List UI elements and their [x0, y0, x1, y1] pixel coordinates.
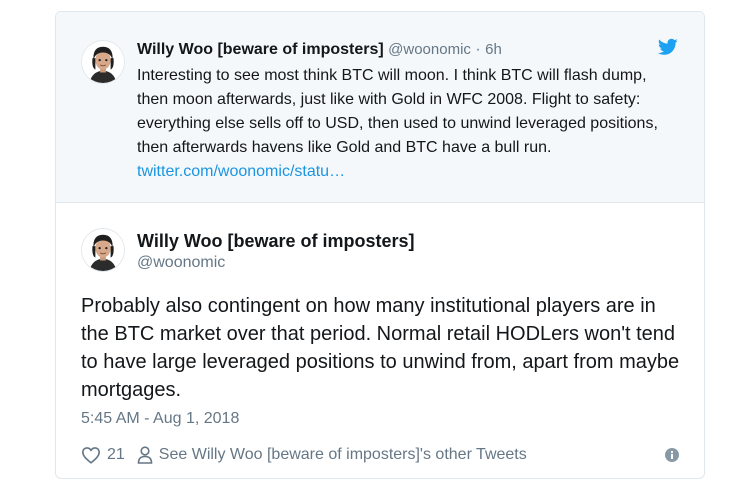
twitter-bird-icon[interactable] — [658, 38, 678, 56]
parent-tweet-header: Willy Woo [beware of imposters] @woonomi… — [137, 40, 684, 60]
tweet-actions: 21 See Willy Woo [beware of imposters]'s… — [81, 442, 679, 468]
info-icon[interactable] — [665, 448, 679, 462]
other-tweets-link[interactable]: See Willy Woo [beware of imposters]'s ot… — [137, 446, 527, 464]
separator-dot: · — [475, 41, 481, 58]
avatar[interactable] — [81, 228, 125, 272]
main-tweet-author: Willy Woo [beware of imposters] @woonomi… — [137, 230, 415, 274]
quoted-tweet-link[interactable]: twitter.com/woonomic/statu… — [137, 163, 345, 180]
avatar-illustration — [82, 229, 124, 271]
avatar-illustration — [82, 41, 124, 83]
main-tweet-text: Probably also contingent on how many ins… — [81, 295, 680, 401]
person-icon — [137, 446, 153, 464]
author-handle[interactable]: @woonomic — [137, 252, 415, 274]
author-name[interactable]: Willy Woo [beware of imposters] — [137, 230, 415, 252]
tweet-timestamp[interactable]: 5:45 AM - Aug 1, 2018 — [81, 410, 239, 428]
like-button[interactable]: 21 — [81, 446, 125, 464]
parent-tweet[interactable]: Willy Woo [beware of imposters] @woonomi… — [56, 12, 704, 203]
other-tweets-label: See Willy Woo [beware of imposters]'s ot… — [158, 446, 527, 463]
avatar[interactable] — [81, 40, 125, 84]
parent-tweet-text: Interesting to see most think BTC will m… — [137, 64, 677, 184]
tweet-embed-card: Willy Woo [beware of imposters] @woonomi… — [55, 11, 705, 479]
author-handle[interactable]: @woonomic — [388, 41, 471, 58]
parent-tweet-body: Interesting to see most think BTC will m… — [137, 67, 658, 156]
heart-icon — [81, 447, 101, 464]
tweet-time[interactable]: 6h — [485, 41, 502, 58]
like-count: 21 — [107, 446, 125, 463]
author-name[interactable]: Willy Woo [beware of imposters] — [137, 41, 384, 58]
